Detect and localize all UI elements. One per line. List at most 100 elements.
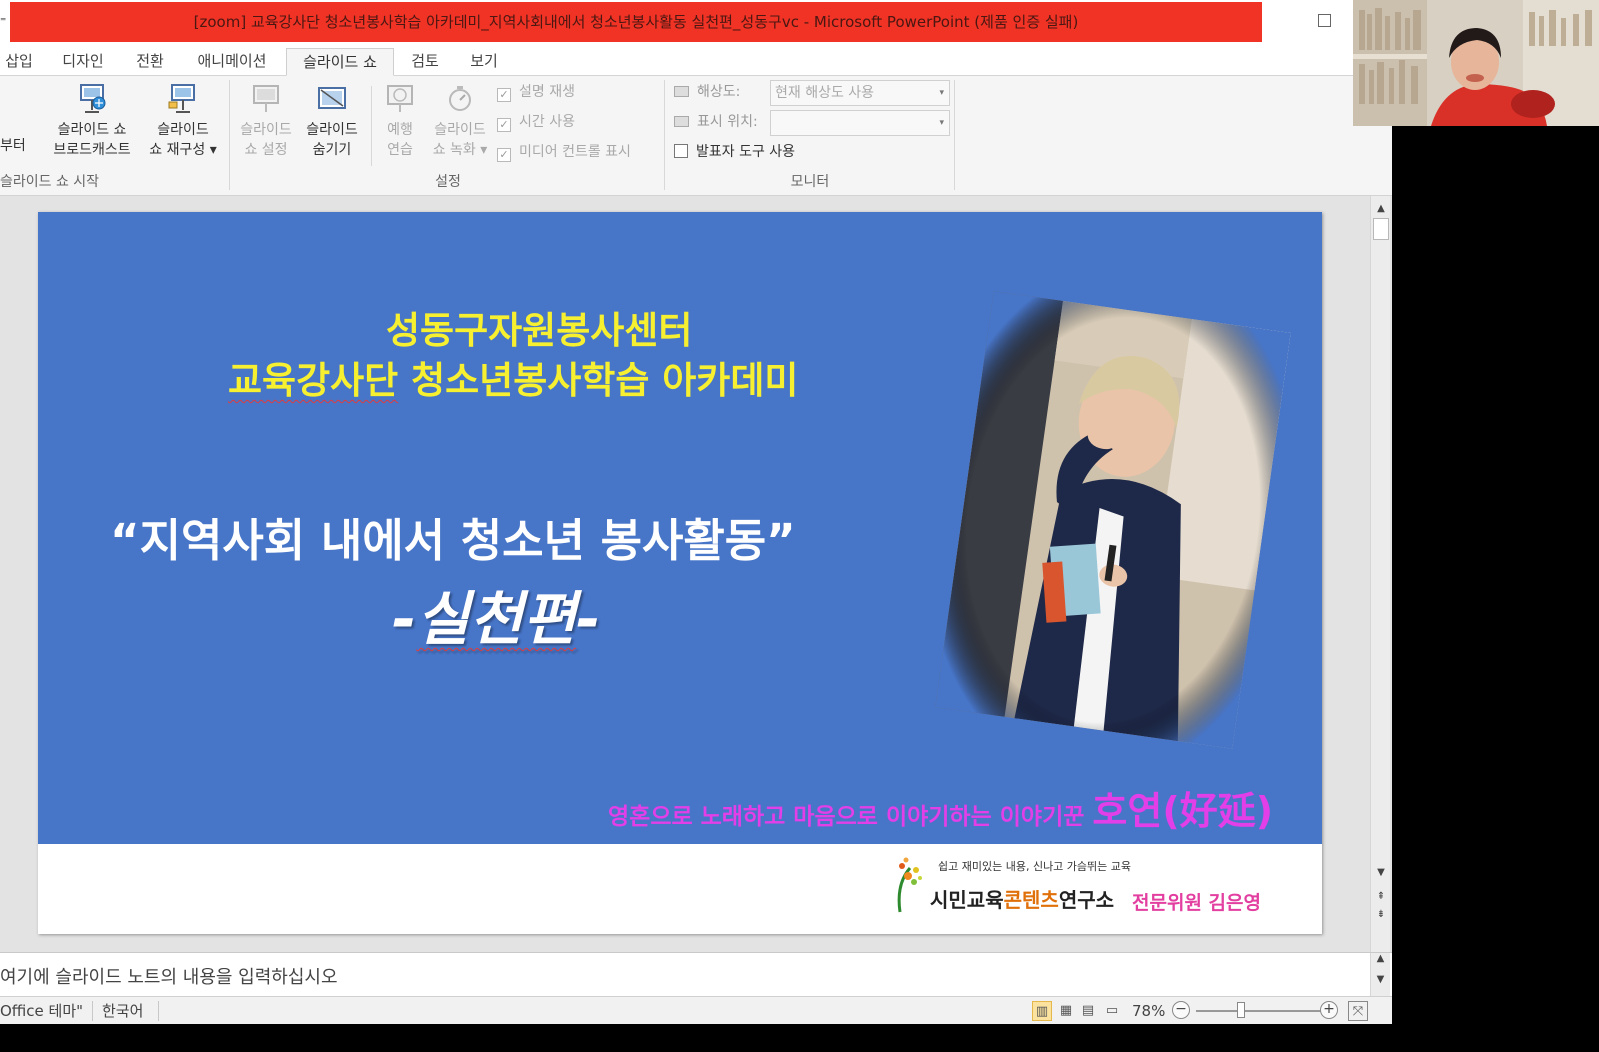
leaf-sprout-icon (897, 857, 922, 913)
status-divider (158, 1001, 159, 1021)
record-label-2: 쇼 녹화 (432, 142, 476, 158)
reading-view-icon[interactable]: ▤ (1078, 1001, 1098, 1021)
subtitle-dash-right: - (576, 585, 601, 653)
notes-scroll-down-icon[interactable]: ▼ (1371, 974, 1390, 985)
resolution-icon (674, 86, 689, 97)
fit-to-window-icon[interactable]: ⤧ (1348, 1001, 1368, 1021)
notes-placeholder[interactable]: 여기에 슬라이드 노트의 내용을 입력하십시오 (0, 963, 338, 989)
slide-program-title-part1: 교육강사단 (228, 359, 399, 402)
tab-view[interactable]: 보기 (458, 48, 510, 76)
show-media-controls-label: 미디어 컨트롤 표시 (519, 144, 631, 160)
window-titlebar: ⁼ [zoom] 교육강사단 청소년봉사학습 아카데미_지역사회내에서 청소년봉… (0, 0, 1392, 44)
slide-sorter-icon[interactable]: ▦ (1056, 1001, 1076, 1021)
checkmark-icon: ✓ (497, 148, 511, 162)
tab-animations[interactable]: 애니메이션 (184, 48, 280, 76)
slide-main-title[interactable]: “지역사회 내에서 청소년 봉사활동” (110, 504, 796, 569)
institute-logo[interactable]: 쉽고 재미있는 내용, 신나고 가슴뛰는 교육 시민교육콘텐츠연구소 전문위원 … (890, 848, 1290, 920)
tab-design[interactable]: 디자인 (50, 48, 116, 76)
tab-insert[interactable]: 삽입 (0, 48, 38, 76)
show-media-controls-checkbox[interactable]: ✓ 미디어 컨트롤 표시 (497, 141, 631, 163)
checkmark-icon: ✓ (497, 88, 511, 102)
tab-review[interactable]: 검토 (400, 48, 450, 76)
monitor-group-label: 모니터 (790, 174, 830, 190)
next-slide-icon[interactable]: ⇟ (1373, 908, 1389, 922)
tab-transitions[interactable]: 전환 (124, 48, 176, 76)
broadcast-slide-show-button[interactable]: 슬라이드 쇼 브로드캐스트 (44, 82, 140, 160)
hide-slide-icon (318, 87, 346, 109)
presenter-view-checkbox[interactable]: 발표자 도구 사용 (674, 141, 795, 163)
normal-view-icon[interactable]: ▥ (1032, 1001, 1052, 1021)
status-bar: Office 테마" 한국어 ▥ ▦ ▤ ▭ 78% − + ⤧ (0, 996, 1392, 1024)
ribbon-tabs: 삽입 디자인 전환 애니메이션 슬라이드 쇼 검토 보기 ⌄ (0, 44, 1392, 76)
rehearse-label-1: 예행 (387, 122, 413, 138)
scroll-down-icon[interactable]: ▼ (1373, 866, 1389, 880)
slide-org-title[interactable]: 성동구자원봉사센터 (386, 300, 692, 354)
record-slide-show-button[interactable]: 슬라이드 쇼 녹화 ▾ (424, 82, 496, 160)
slide-program-title-part2: 청소년봉사학습 아카데미 (398, 359, 799, 402)
use-timings-checkbox[interactable]: ✓ 시간 사용 (497, 111, 575, 133)
scroll-up-icon[interactable]: ▲ (1373, 202, 1389, 216)
subtitle-dash-left: - (392, 585, 417, 653)
speaker-name: 호연(好延) (1092, 789, 1274, 833)
rehearse-icon (387, 85, 413, 112)
notes-scroll-up-icon[interactable]: ▲ (1371, 953, 1390, 964)
set-up-slide-show-button[interactable]: 슬라이드 쇼 설정 (232, 82, 300, 160)
slide-speaker-tagline[interactable]: 영혼으로 노래하고 마음으로 이야기하는 이야기꾼 호연(好延) (608, 780, 1273, 835)
window-title: [zoom] 교육강사단 청소년봉사학습 아카데미_지역사회내에서 청소년봉사활… (193, 13, 1079, 31)
resolution-select[interactable]: 현재 해상도 사용 ▾ (770, 80, 950, 106)
logo-person-name: 전문위원 김은영 (1132, 892, 1261, 914)
speaker-photo-image (935, 291, 1291, 749)
notes-scrollbar[interactable]: ▲ ▼ (1370, 953, 1390, 997)
play-narrations-checkbox[interactable]: ✓ 설명 재생 (497, 81, 575, 103)
zoom-slider-thumb[interactable] (1237, 1002, 1245, 1018)
zoom-slider-track[interactable] (1196, 1010, 1322, 1012)
resolution-label-text: 해상도: (697, 84, 741, 100)
tab-slide-show[interactable]: 슬라이드 쇼 (286, 48, 394, 76)
zoom-level[interactable]: 78% (1132, 1001, 1165, 1021)
slide-show-view-icon[interactable]: ▭ (1102, 1001, 1122, 1021)
dropdown-arrow-icon: ▾ (939, 118, 944, 128)
start-group-label: 슬라이드 쇼 시작 (0, 174, 100, 190)
quick-access-overflow-icon[interactable]: ⁼ (0, 14, 8, 28)
zoom-out-icon[interactable]: − (1172, 1001, 1190, 1019)
rehearse-timings-button[interactable]: 예행 연습 (376, 82, 424, 160)
slide-subtitle[interactable]: -실천편- (392, 572, 600, 656)
setup-show-label-1: 슬라이드 (240, 122, 292, 138)
language-indicator[interactable]: 한국어 (102, 1001, 143, 1021)
custom-show-icon (168, 84, 195, 113)
ribbon-slide-show: 부터 슬라이드 쇼 브로드캐스트 슬라이드 쇼 재구성 ▾ 슬라이드 쇼 시작 (0, 76, 1392, 196)
ribbon-divider (371, 86, 372, 166)
setup-show-label-2: 쇼 설정 (244, 142, 288, 158)
record-label-1: 슬라이드 (434, 122, 486, 138)
slide-vertical-scrollbar[interactable]: ▲ ▼ ⇞ ⇟ (1370, 196, 1390, 952)
hide-slide-label-1: 슬라이드 (306, 122, 358, 138)
show-on-label-text: 표시 위치: (697, 114, 758, 130)
hide-slide-button[interactable]: 슬라이드 숨기기 (298, 82, 366, 160)
slide-program-title[interactable]: 교육강사단 청소년봉사학습 아카데미 (228, 350, 798, 404)
resolution-label: 해상도: (674, 81, 740, 103)
status-divider (92, 1001, 93, 1021)
previous-slide-icon[interactable]: ⇞ (1373, 890, 1389, 904)
show-on-select[interactable]: ▾ (770, 110, 950, 136)
custom-slide-show-button[interactable]: 슬라이드 쇼 재구성 ▾ (142, 82, 224, 160)
maximize-button[interactable] (1318, 14, 1331, 27)
scrollbar-thumb[interactable] (1373, 218, 1389, 240)
resolution-value: 현재 해상도 사용 (775, 85, 875, 101)
logo-name-part3: 연구소 (1058, 888, 1115, 912)
notes-pane[interactable]: 여기에 슬라이드 노트의 내용을 입력하십시오 ▲ ▼ (0, 952, 1392, 997)
broadcast-label-1: 슬라이드 쇼 (57, 122, 127, 138)
rehearse-label-2: 연습 (387, 142, 413, 158)
logo-institute-name: 시민교육콘텐츠연구소 (930, 884, 1114, 913)
checkmark-icon: ✓ (497, 118, 511, 132)
broadcast-icon (80, 84, 106, 113)
ribbon-divider (954, 80, 955, 190)
speaker-photo[interactable] (935, 291, 1291, 749)
logo-name-part1: 시민교육 (930, 888, 1004, 912)
use-timings-label: 시간 사용 (519, 114, 575, 130)
slide-canvas[interactable]: 성동구자원봉사센터 교육강사단 청소년봉사학습 아카데미 “지역사회 내에서 청… (38, 212, 1322, 934)
from-slide-button[interactable]: 부터 (0, 136, 36, 156)
stopwatch-icon (449, 86, 471, 111)
ribbon-divider (229, 80, 230, 190)
zoom-in-icon[interactable]: + (1320, 1001, 1338, 1019)
broadcast-label-2: 브로드캐스트 (53, 142, 131, 158)
